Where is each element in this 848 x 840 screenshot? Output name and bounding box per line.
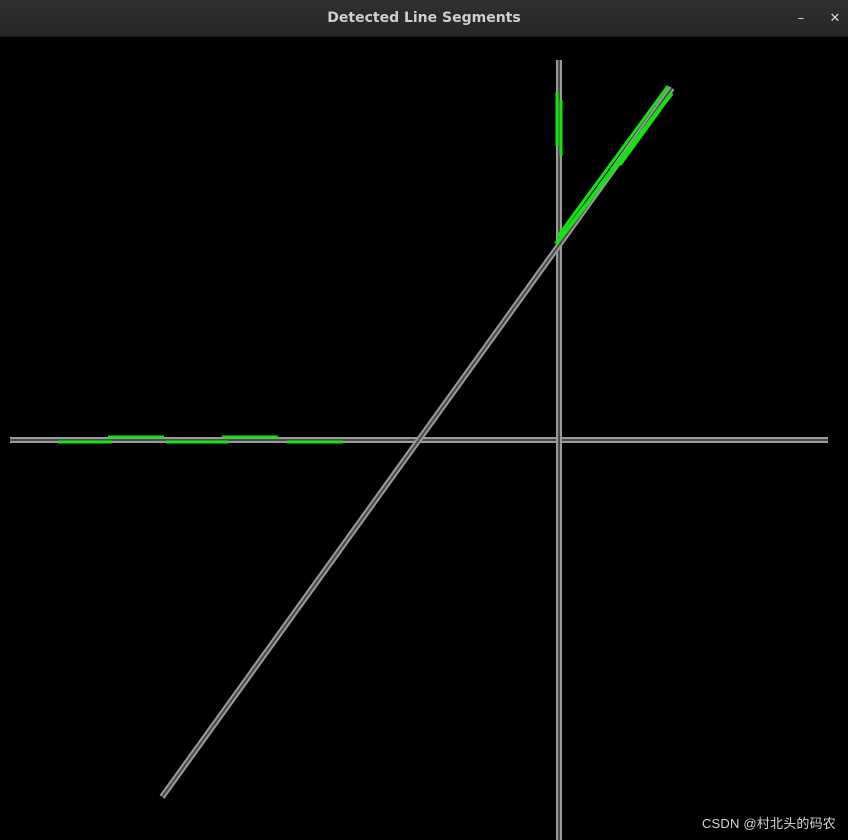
- minimize-button[interactable]: –: [790, 8, 812, 30]
- window-titlebar[interactable]: Detected Line Segments – ✕: [0, 0, 848, 37]
- watermark-text: CSDN @村北头的码农: [701, 816, 836, 831]
- window-title: Detected Line Segments: [327, 10, 521, 26]
- segment-d2: [556, 85, 670, 237]
- detected-segments: [58, 85, 674, 444]
- segment-d3: [598, 139, 638, 186]
- image-canvas: CSDN @村北头的码农: [0, 37, 848, 840]
- close-button[interactable]: ✕: [824, 8, 846, 30]
- segment-d4: [618, 109, 662, 166]
- source-lines: [10, 60, 828, 840]
- detection-image: [10, 60, 828, 840]
